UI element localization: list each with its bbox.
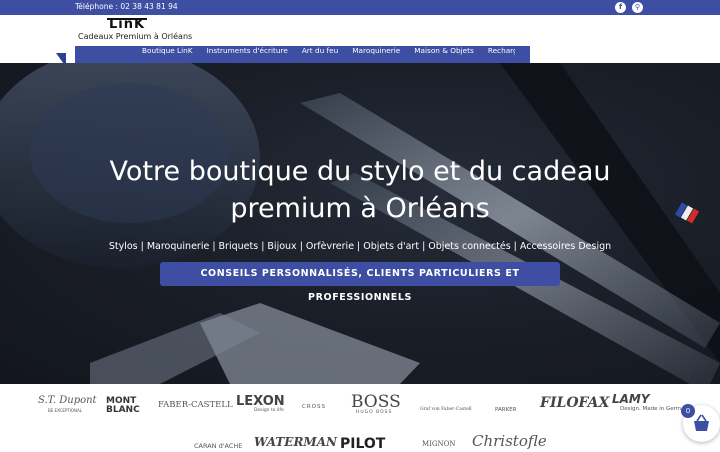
cart-count-badge: 0 — [681, 404, 695, 418]
brand-filofax[interactable]: FILOFAX — [540, 395, 609, 411]
site-logo[interactable]: LinK — [107, 17, 148, 32]
location-pin-icon[interactable]: ⚲ — [632, 2, 643, 13]
brand-caran-dache[interactable]: CARAN d'ACHE — [194, 442, 242, 450]
brand-cross[interactable]: CROSS — [302, 404, 326, 410]
phone-number[interactable]: Téléphone : 02 38 43 81 94 — [75, 2, 178, 11]
brand-hugo-boss-tagline: HUGO BOSS — [356, 410, 393, 415]
hero-subtitle: Stylos | Maroquinerie | Briquets | Bijou… — [108, 241, 612, 252]
nav-item-instruments-ecriture[interactable]: Instruments d'écriture — [200, 46, 295, 56]
hero-banner: Votre boutique du stylo et du cadeau pre… — [0, 63, 720, 384]
brand-christofle[interactable]: Christofle — [472, 432, 547, 450]
brand-lexon[interactable]: LEXON — [236, 394, 285, 409]
brand-st-dupont[interactable]: S.T. Dupont — [38, 395, 97, 406]
cta-button[interactable]: CONSEILS PERSONNALISÉS, CLIENTS PARTICUL… — [160, 262, 560, 303]
brand-lexon-tagline: Design to life — [254, 408, 284, 413]
nav-item-recharges[interactable]: Recharg — [481, 46, 515, 56]
brand-waterman[interactable]: WATERMAN — [254, 435, 337, 449]
hero-title: Votre boutique du stylo et du cadeau pre… — [109, 156, 611, 224]
nav-item-art-du-feu[interactable]: Art du feu — [295, 46, 345, 56]
nav-item-maison-objets[interactable]: Maison & Objets — [407, 46, 481, 56]
brand-mignon[interactable]: MIGNON — [422, 440, 456, 448]
brand-montblanc[interactable]: MONT BLANC — [106, 397, 140, 415]
top-bar: Téléphone : 02 38 43 81 94 f ⚲ — [0, 0, 720, 15]
nav-item-maroquinerie[interactable]: Maroquinerie — [345, 46, 407, 56]
brand-st-dupont-tagline: BE EXCEPTIONAL — [48, 408, 82, 413]
nav-item-boutique-link[interactable]: Boutique LinK — [75, 46, 200, 56]
brand-parker[interactable]: PARKER — [495, 407, 516, 413]
brand-logos: S.T. Dupont BE EXCEPTIONAL MONT BLANC FA… — [0, 384, 720, 452]
brand-boss[interactable]: BOSS — [351, 392, 401, 412]
main-nav: Boutique LinK Instruments d'écriture Art… — [75, 46, 515, 56]
brand-graf-von-faber-castell[interactable]: Graf von Faber-Castell — [420, 407, 472, 412]
brand-lamy-tagline: Design. Made in Germ — [620, 406, 682, 412]
facebook-icon[interactable]: f — [615, 2, 626, 13]
site-tagline: Cadeaux Premium à Orléans — [78, 32, 193, 41]
brand-faber-castell[interactable]: FABER-CASTELL — [158, 400, 233, 410]
brand-lamy[interactable]: LAMY — [612, 392, 650, 406]
